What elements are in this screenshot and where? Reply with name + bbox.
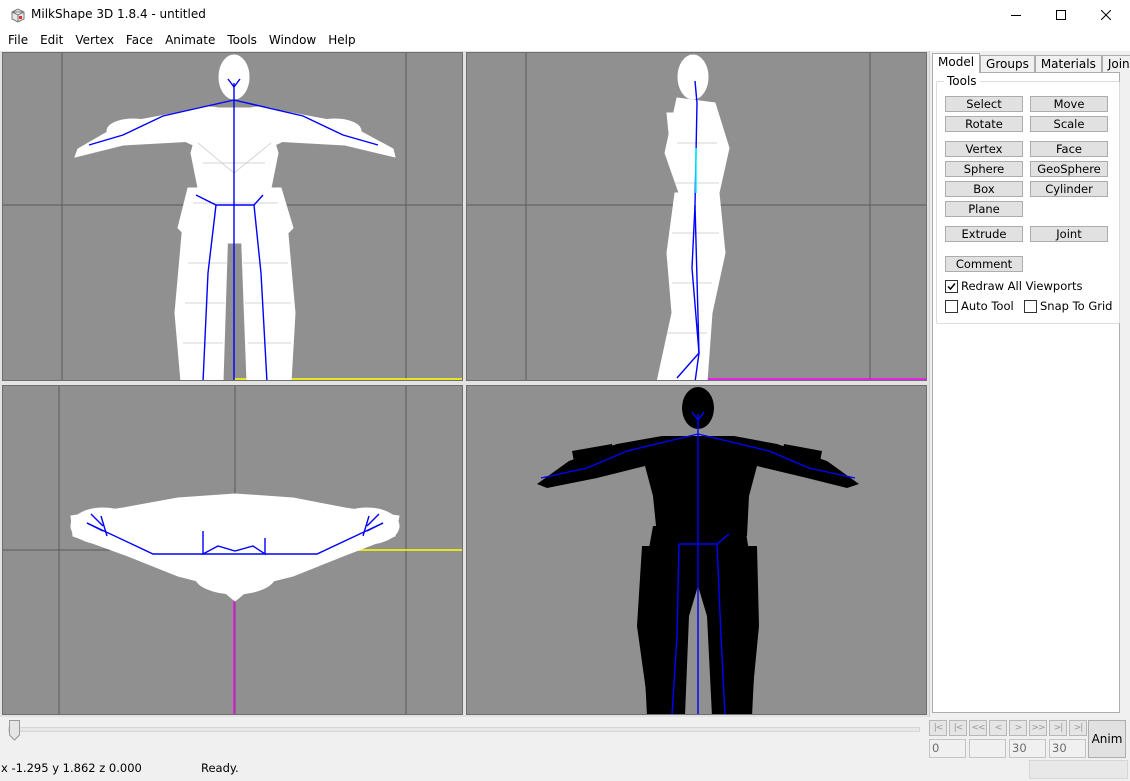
panel-tabs: Model Groups Materials Joints (932, 53, 1130, 73)
prev-key-button[interactable]: |< (949, 720, 967, 736)
maximize-button[interactable] (1038, 0, 1084, 30)
menu-vertex[interactable]: Vertex (69, 30, 120, 51)
cylinder-button[interactable]: Cylinder (1030, 181, 1108, 197)
tab-materials[interactable]: Materials (1034, 55, 1102, 73)
menu-edit[interactable]: Edit (34, 30, 69, 51)
redraw-all-viewports-label: Redraw All Viewports (961, 279, 1083, 293)
rewind-button[interactable]: << (969, 720, 987, 736)
select-button[interactable]: Select (945, 96, 1023, 112)
menu-animate[interactable]: Animate (159, 30, 221, 51)
auto-tool-label: Auto Tool (961, 299, 1014, 313)
next-key-button[interactable]: >| (1049, 720, 1067, 736)
frame-field-empty[interactable] (969, 739, 1006, 758)
model-tab-content: Tools Select Move Rotate Scale Vertex Fa… (932, 72, 1120, 713)
anim-button[interactable]: Anim (1088, 720, 1126, 758)
scale-button[interactable]: Scale (1030, 116, 1108, 132)
minimize-button[interactable] (993, 0, 1039, 30)
app-icon (10, 7, 26, 23)
first-frame-button[interactable]: |< (929, 720, 947, 736)
animation-timeline: |< |< << < > >> >| >| 0 30 30 Anim (0, 717, 1130, 764)
sphere-button[interactable]: Sphere (945, 161, 1023, 177)
redraw-all-viewports-checkbox[interactable]: Redraw All Viewports (945, 279, 1082, 293)
wireframe-mesh (656, 54, 730, 380)
auto-tool-checkbox[interactable]: Auto Tool (945, 299, 1014, 313)
current-frame-field[interactable]: 0 (929, 739, 966, 758)
end-frame-field[interactable]: 30 (1009, 739, 1046, 758)
last-frame-button[interactable]: >| (1069, 720, 1087, 736)
maximize-icon (1056, 10, 1066, 20)
menu-window[interactable]: Window (263, 30, 322, 51)
viewport-top[interactable] (2, 385, 463, 715)
close-icon (1101, 10, 1111, 20)
comment-button[interactable]: Comment (945, 256, 1023, 272)
status-pane (1029, 760, 1128, 779)
menu-file[interactable]: File (2, 30, 34, 51)
extrude-button[interactable]: Extrude (945, 226, 1023, 242)
menu-bar: File Edit Vertex Face Animate Tools Wind… (0, 30, 1130, 51)
checkbox-checked-icon (945, 279, 958, 293)
timeline-slider-thumb[interactable] (9, 720, 20, 741)
menu-face[interactable]: Face (120, 30, 159, 51)
status-coordinates: x -1.295 y 1.862 z 0.000 (1, 761, 142, 775)
menu-tools[interactable]: Tools (221, 30, 263, 51)
next-frame-button[interactable]: > (1009, 720, 1027, 736)
checkbox-unchecked-icon (945, 299, 958, 313)
tab-joints[interactable]: Joints (1101, 55, 1130, 73)
geosphere-button[interactable]: GeoSphere (1030, 161, 1108, 177)
status-message: Ready. (201, 761, 239, 775)
viewport-3d[interactable] (466, 385, 927, 715)
minimize-icon (1011, 15, 1021, 16)
window-title: MilkShape 3D 1.8.4 - untitled (31, 7, 206, 21)
rotate-button[interactable]: Rotate (945, 116, 1023, 132)
plane-button[interactable]: Plane (945, 201, 1023, 217)
close-button[interactable] (1083, 0, 1129, 30)
viewport-side[interactable] (466, 52, 927, 381)
viewport-area (0, 51, 929, 717)
joint-button[interactable]: Joint (1030, 226, 1108, 242)
box-button[interactable]: Box (945, 181, 1023, 197)
wireframe-mesh (70, 493, 400, 602)
wireframe-mesh (74, 54, 396, 380)
prev-frame-button[interactable]: < (989, 720, 1007, 736)
status-bar: x -1.295 y 1.862 z 0.000 Ready. (0, 758, 1130, 781)
tools-group-label: Tools (944, 74, 980, 88)
tab-model[interactable]: Model (932, 53, 981, 73)
title-bar: MilkShape 3D 1.8.4 - untitled (0, 0, 1130, 30)
face-button[interactable]: Face (1030, 141, 1108, 157)
checkbox-unchecked-icon (1024, 299, 1037, 313)
tab-groups[interactable]: Groups (980, 55, 1035, 73)
total-frames-field[interactable]: 30 (1049, 739, 1086, 758)
side-panel: Model Groups Materials Joints Tools Sele… (929, 51, 1130, 717)
snap-to-grid-checkbox[interactable]: Snap To Grid (1024, 299, 1113, 313)
vertex-button[interactable]: Vertex (945, 141, 1023, 157)
move-button[interactable]: Move (1030, 96, 1108, 112)
viewport-front[interactable] (2, 52, 463, 381)
timeline-slider-track[interactable] (8, 727, 920, 732)
menu-help[interactable]: Help (322, 30, 361, 51)
fast-forward-button[interactable]: >> (1029, 720, 1047, 736)
snap-to-grid-label: Snap To Grid (1040, 299, 1113, 313)
